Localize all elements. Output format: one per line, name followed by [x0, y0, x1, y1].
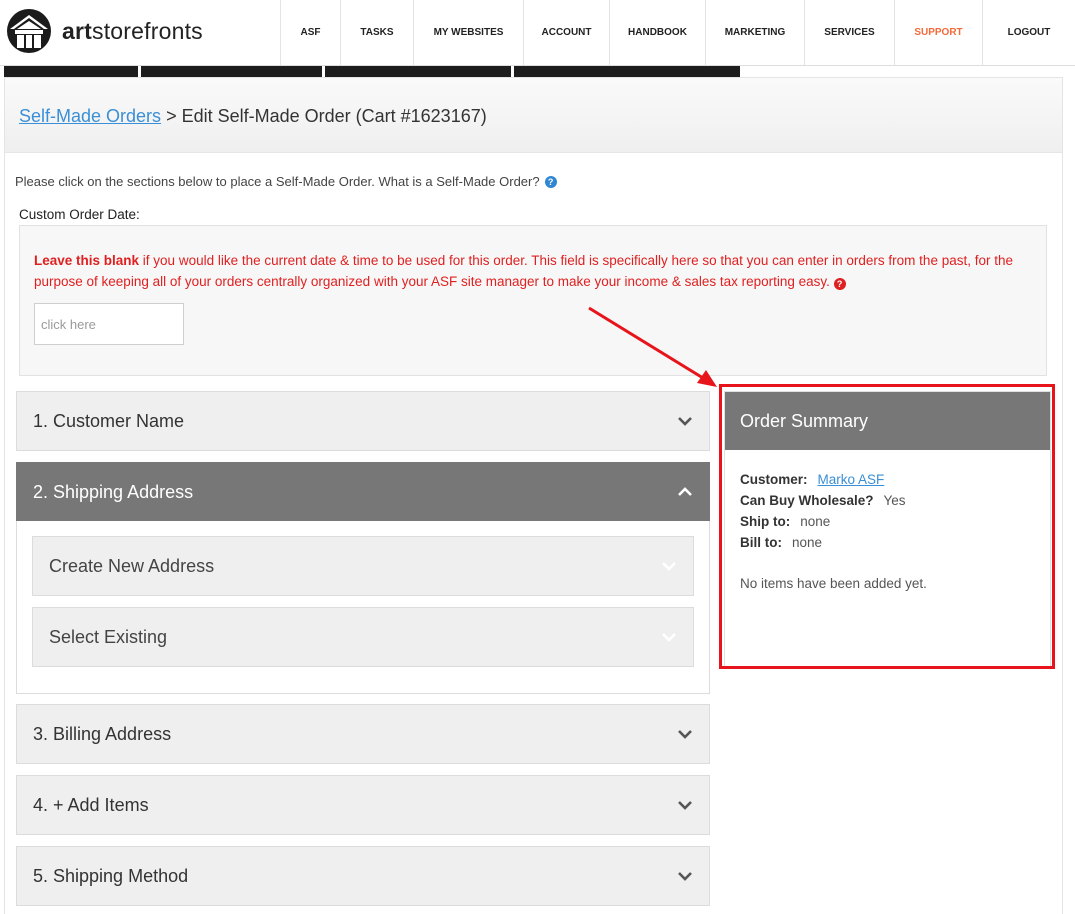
section-billing-address[interactable]: 3. Billing Address: [16, 704, 710, 764]
chevron-down-icon: [678, 730, 692, 739]
sub-tab[interactable]: [514, 66, 740, 77]
help-icon[interactable]: ?: [544, 175, 557, 188]
help-red-icon[interactable]: ?: [833, 278, 846, 290]
nav-asf[interactable]: ASF: [280, 0, 340, 65]
intro-text: Please click on the sections below to pl…: [15, 174, 557, 189]
nav-services[interactable]: SERVICES: [804, 0, 894, 65]
section-shipping-method[interactable]: 5. Shipping Method: [16, 846, 710, 906]
custom-order-date-input[interactable]: [34, 303, 184, 345]
summary-customer-row: Customer: Marko ASF: [740, 472, 885, 487]
logo-text: artstorefronts: [62, 17, 203, 44]
sub-tab[interactable]: [4, 66, 138, 77]
nav-marketing[interactable]: MARKETING: [705, 0, 804, 65]
sub-tab[interactable]: [141, 66, 322, 77]
page-title: > Edit Self-Made Order (Cart #1623167): [161, 106, 487, 126]
summary-empty-message: No items have been added yet.: [740, 576, 927, 591]
summary-wholesale-row: Can Buy Wholesale? Yes: [740, 493, 906, 508]
shipping-address-body: Create New Address Select Existing: [16, 521, 710, 694]
main-nav: ASF TASKS MY WEBSITES ACCOUNT HANDBOOK M…: [280, 0, 1075, 65]
sub-tab-strip: [4, 66, 740, 77]
chevron-down-icon: [678, 417, 692, 426]
order-summary-body: Customer: Marko ASF Can Buy Wholesale? Yes…: [740, 472, 927, 591]
order-summary-title: Order Summary: [725, 392, 1050, 450]
nav-support[interactable]: SUPPORT: [894, 0, 982, 65]
customer-link[interactable]: Marko ASF: [818, 472, 885, 487]
title-band: Self-Made Orders > Edit Self-Made Order …: [5, 78, 1062, 153]
custom-date-note: Leave this blank if you would like the c…: [34, 253, 1013, 290]
chevron-down-icon: [662, 633, 676, 642]
chevron-up-icon: [678, 487, 692, 496]
sub-tab[interactable]: [325, 66, 511, 77]
create-new-address[interactable]: Create New Address: [32, 536, 694, 596]
custom-date-box: Leave this blank if you would like the c…: [19, 225, 1047, 376]
chevron-down-icon: [678, 801, 692, 810]
nav-logout[interactable]: LOGOUT: [982, 0, 1075, 65]
storefront-logo-icon: [7, 9, 51, 53]
nav-account[interactable]: ACCOUNT: [523, 0, 609, 65]
chevron-down-icon: [678, 872, 692, 881]
section-add-items[interactable]: 4. + Add Items: [16, 775, 710, 835]
summary-ship-row: Ship to: none: [740, 514, 831, 529]
summary-bill-row: Bill to: none: [740, 535, 823, 550]
main-panel: Self-Made Orders > Edit Self-Made Order …: [4, 77, 1063, 914]
nav-tasks[interactable]: TASKS: [340, 0, 413, 65]
logo[interactable]: artstorefronts: [4, 7, 203, 55]
breadcrumb: Self-Made Orders > Edit Self-Made Order …: [19, 106, 487, 127]
nav-handbook[interactable]: HANDBOOK: [609, 0, 705, 65]
section-shipping-address[interactable]: 2. Shipping Address: [16, 462, 710, 522]
chevron-down-icon: [662, 562, 676, 571]
section-customer-name[interactable]: 1. Customer Name: [16, 391, 710, 451]
top-header: artstorefronts ASF TASKS MY WEBSITES ACC…: [0, 0, 1075, 66]
order-summary: Order Summary Customer: Marko ASF Can Buy…: [724, 391, 1051, 667]
nav-my-websites[interactable]: MY WEBSITES: [413, 0, 523, 65]
select-existing-address[interactable]: Select Existing: [32, 607, 694, 667]
breadcrumb-self-made-orders-link[interactable]: Self-Made Orders: [19, 106, 161, 126]
custom-order-date-label: Custom Order Date:: [19, 207, 140, 222]
